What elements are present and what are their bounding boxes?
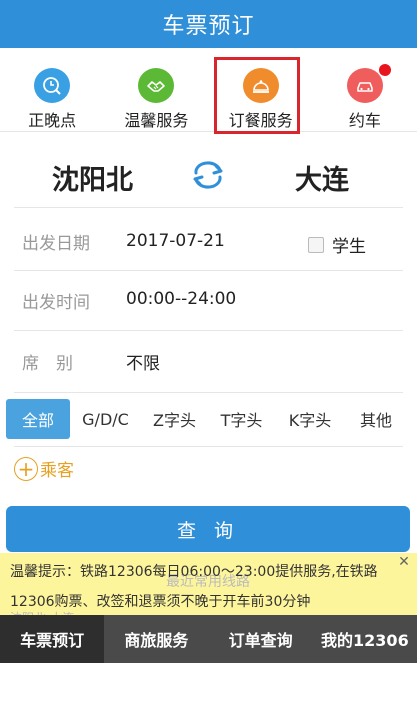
train-type-t[interactable]: T字头 (208, 399, 275, 439)
date-label: 出发日期 (22, 234, 90, 254)
query-button[interactable]: 查 询 (6, 506, 410, 552)
seat-label: 席 别 (22, 354, 73, 374)
train-type-k[interactable]: K字头 (275, 399, 345, 439)
service-label: 正晚点 (28, 111, 77, 130)
divider (14, 330, 403, 331)
title-bar: 车票预订 (0, 0, 417, 48)
time-value[interactable]: 00:00--24:00 (126, 289, 236, 309)
route-selector: 沈阳北 大连 (0, 140, 417, 208)
date-value[interactable]: 2017-07-21 (126, 231, 225, 251)
service-car-booking[interactable]: 约车 (313, 48, 417, 131)
divider (14, 270, 403, 271)
service-care[interactable]: 温馨服务 (104, 48, 208, 131)
tab-order-query[interactable]: 订单查询 (209, 615, 313, 663)
service-delay-info[interactable]: 正晚点 (0, 48, 104, 131)
add-passenger-button[interactable]: + 乘客 (14, 456, 74, 481)
page-title: 车票预订 (162, 14, 255, 39)
divider (14, 446, 403, 447)
tab-ticket-booking[interactable]: 车票预订 (0, 615, 105, 663)
student-label: 学生 (332, 237, 366, 257)
departure-time-row[interactable]: 出发时间 00:00--24:00 (0, 272, 417, 328)
bottom-tab-bar: 车票预订 商旅服务 订单查询 我的12306 (0, 615, 417, 663)
train-type-filter: 全部 G/D/C Z字头 T字头 K字头 其他 (6, 398, 411, 440)
handshake-icon (138, 68, 175, 103)
train-type-all[interactable]: 全部 (6, 399, 70, 439)
notice-line-2: 12306购票、改签和退票须不晚于开车前30分钟 (10, 594, 311, 610)
swap-arrows-icon[interactable] (190, 160, 226, 190)
close-icon[interactable]: ✕ (397, 555, 411, 569)
tab-my-12306[interactable]: 我的12306 (313, 615, 417, 663)
notification-dot (379, 64, 391, 76)
train-type-gdc[interactable]: G/D/C (70, 399, 141, 439)
car-icon (346, 68, 383, 103)
divider (14, 392, 403, 393)
tab-business-travel[interactable]: 商旅服务 (104, 615, 208, 663)
clock-search-icon (34, 68, 71, 103)
plus-circle-icon: + (14, 456, 38, 481)
train-ticket-booking-screen: 车票预订 正晚点 温馨服务 订餐服务 约车 沈阳北 大连 出发日期 2017-0… (0, 0, 417, 721)
service-label: 约车 (348, 111, 381, 130)
highlight-box (214, 57, 300, 134)
seat-class-row[interactable]: 席 别 不限 (0, 332, 417, 388)
passenger-label: 乘客 (40, 461, 74, 481)
student-checkbox[interactable] (308, 236, 324, 253)
student-checkbox-group[interactable]: 学生 (308, 232, 366, 257)
service-shortcuts: 正晚点 温馨服务 订餐服务 约车 (0, 48, 417, 132)
notice-banner: 最近常用线路 温馨提示：铁路12306每日06:00～23:00提供服务,在铁路… (0, 553, 417, 625)
time-label: 出发时间 (22, 293, 90, 313)
service-label: 温馨服务 (124, 111, 189, 130)
seat-value[interactable]: 不限 (126, 349, 160, 374)
train-type-other[interactable]: 其他 (345, 399, 407, 439)
divider (14, 207, 403, 208)
notice-line-1: 温馨提示：铁路12306每日06:00～23:00提供服务,在铁路 (10, 564, 378, 580)
arrival-station[interactable]: 大连 (295, 158, 349, 197)
train-type-z[interactable]: Z字头 (141, 399, 208, 439)
departure-station[interactable]: 沈阳北 (52, 158, 133, 197)
